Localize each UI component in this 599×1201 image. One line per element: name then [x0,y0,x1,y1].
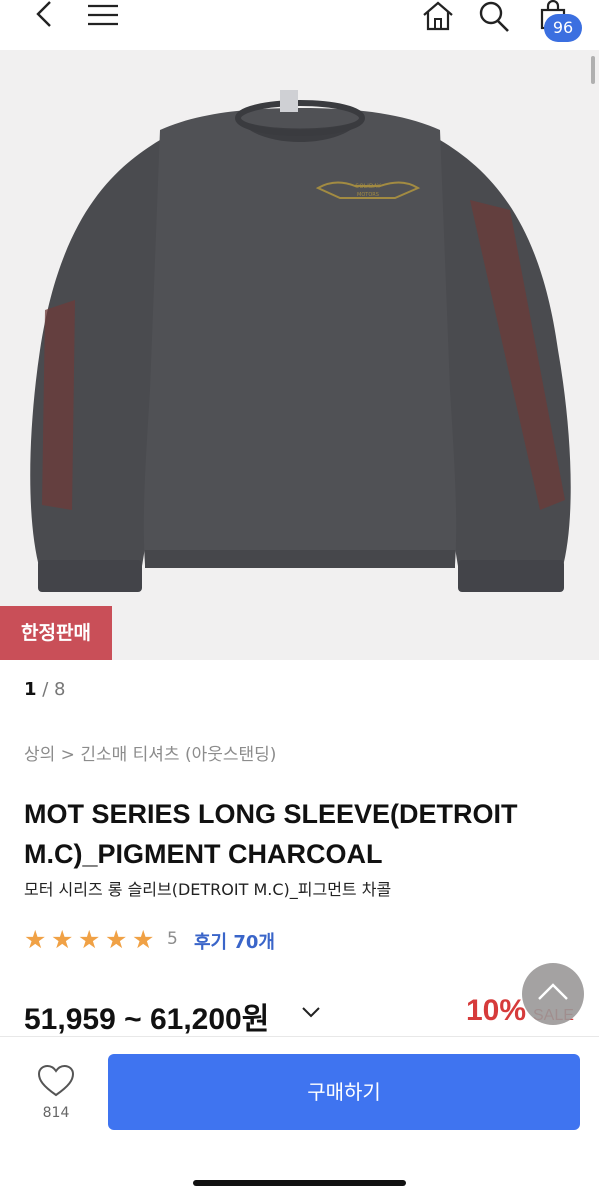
cart-count-badge: 96 [544,14,582,42]
heart-icon[interactable] [37,1064,75,1098]
home-icon[interactable] [420,0,456,32]
breadcrumb[interactable]: 상의 > 긴소매 티셔츠 (아웃스탠딩) [24,740,276,765]
search-icon[interactable] [476,0,512,34]
chevron-up-icon [538,983,568,1000]
limited-sale-badge: 한정판매 [0,606,112,660]
image-counter: 1 / 8 [24,679,66,700]
star-icon: ★ [132,925,155,954]
chevron-down-icon[interactable] [300,1002,322,1022]
logo-text-top: SOLIDAY [355,183,381,190]
image-index: 1 [24,679,37,700]
star-icon: ★ [24,925,47,954]
product-title: MOT SERIES LONG SLEEVE(DETROIT M.C)_PIGM… [24,799,518,869]
product-subtitle: 모터 시리즈 롱 슬리브(DETROIT M.C)_피그먼트 차콜 [24,880,392,899]
buy-button[interactable]: 구매하기 [108,1054,580,1130]
scroll-to-top-button[interactable] [522,963,584,1025]
star-icon: ★ [78,925,101,954]
image-total: / 8 [42,679,66,700]
reviews-link[interactable]: 후기 70개 [194,928,275,954]
back-icon[interactable] [30,0,58,32]
product-image[interactable]: SOLIDAY MOTORS [0,50,599,660]
rating-value: 5 [167,929,178,949]
logo-text-bottom: MOTORS [357,192,379,198]
home-indicator [193,1180,406,1186]
top-navigation-bar: 96 [0,0,599,50]
price-range: 51,959 ~ 61,200원 [24,1003,270,1036]
like-count: 814 [42,1105,70,1121]
star-icon: ★ [51,925,74,954]
menu-icon[interactable] [86,2,120,28]
discount-rate: 10% [466,994,527,1027]
star-icon: ★ [105,925,128,954]
shirt-image: SOLIDAY MOTORS [30,56,595,592]
